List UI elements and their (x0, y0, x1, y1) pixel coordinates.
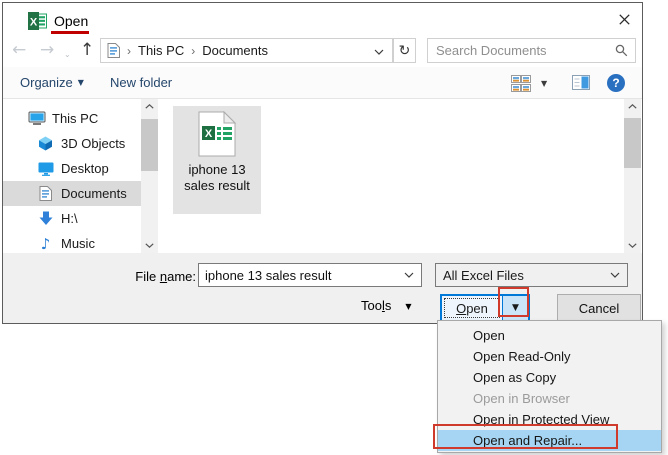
documents-icon (107, 43, 120, 58)
tools-dropdown-icon: ▼ (405, 302, 411, 311)
sidebar-item-label: H:\ (61, 211, 78, 226)
sidebar-item-label: Desktop (61, 161, 109, 176)
navigation-pane: This PC 3D Objects (3, 99, 141, 253)
sidebar-item-documents[interactable]: Documents (3, 181, 141, 206)
sidebar-scrollbar[interactable] (141, 99, 158, 253)
sidebar-item-3d-objects[interactable]: 3D Objects (3, 131, 141, 156)
address-dropdown-chevron-icon[interactable] (374, 43, 384, 58)
sidebar-item-label: Music (61, 236, 95, 251)
music-icon: ♪ (36, 235, 55, 253)
3d-objects-icon (36, 136, 55, 151)
desktop-icon (36, 162, 55, 176)
menu-item-open[interactable]: Open (438, 325, 661, 346)
scroll-up-icon[interactable] (141, 99, 158, 114)
open-button[interactable]: Open (442, 296, 502, 320)
breadcrumb-chevron-icon[interactable]: › (127, 44, 131, 58)
file-name-dropdown-chevron-icon[interactable] (404, 272, 414, 278)
svg-text:X: X (30, 17, 38, 29)
scroll-up-icon[interactable] (624, 99, 641, 114)
new-folder-button[interactable]: New folder (110, 75, 172, 90)
up-icon[interactable]: ↑ (80, 39, 94, 61)
back-icon[interactable]: ← (12, 39, 26, 61)
menu-item-open-and-repair[interactable]: Open and Repair... (438, 430, 661, 451)
open-dialog: X Open ← → ⌄ ↑ (2, 2, 643, 324)
this-pc-icon (27, 111, 46, 126)
organize-dropdown-icon: ▼ (78, 78, 84, 87)
dialog-footer: File name: All Excel Files Tools▼ Open (3, 253, 642, 323)
breadcrumb-documents[interactable]: Documents (202, 43, 268, 58)
breadcrumb-chevron-icon[interactable]: › (191, 44, 195, 58)
scrollbar-thumb[interactable] (141, 119, 158, 171)
address-bar-row: ← → ⌄ ↑ › This PC › Documents (3, 34, 642, 67)
sidebar-item-label: 3D Objects (61, 136, 125, 151)
view-mode-icon[interactable] (511, 75, 531, 92)
file-list-scrollbar[interactable] (624, 99, 641, 253)
file-type-dropdown-chevron-icon (610, 272, 620, 278)
menu-item-open-as-copy[interactable]: Open as Copy (438, 367, 661, 388)
open-dropdown-arrow-button[interactable]: ▼ (502, 296, 528, 320)
mapped-drive-icon (36, 211, 55, 226)
title-bar: X Open (3, 3, 642, 34)
content-area: This PC 3D Objects (3, 99, 642, 253)
file-item-iphone-13-sales-result[interactable]: X iphone 13 sales result (173, 106, 261, 214)
tools-button[interactable]: Tools▼ (361, 298, 412, 313)
scroll-down-icon[interactable] (624, 238, 641, 253)
preview-pane-icon[interactable] (572, 75, 590, 90)
file-name-label: File name: (121, 269, 196, 284)
open-dropdown-icon: ▼ (512, 303, 519, 313)
file-type-select[interactable]: All Excel Files (435, 263, 628, 287)
address-breadcrumb-bar[interactable]: › This PC › Documents (100, 38, 393, 63)
command-bar: Organize▼ New folder ▼ (3, 67, 642, 99)
sidebar-item-this-pc[interactable]: This PC (3, 106, 141, 131)
window-title: Open (54, 13, 88, 29)
scroll-down-icon[interactable] (141, 238, 158, 253)
menu-item-open-in-protected-view[interactable]: Open in Protected View (438, 409, 661, 430)
open-dropdown-menu: Open Open Read-Only Open as Copy Open in… (437, 320, 662, 453)
forward-icon[interactable]: → (40, 39, 54, 61)
sidebar-item-h-drive[interactable]: H:\ (3, 206, 141, 231)
search-input[interactable] (436, 43, 615, 58)
scrollbar-thumb[interactable] (624, 118, 641, 168)
recent-locations-chevron-icon[interactable]: ⌄ (64, 44, 71, 66)
open-split-button: Open ▼ (440, 294, 530, 322)
sidebar-item-desktop[interactable]: Desktop (3, 156, 141, 181)
file-list: X iphone 13 sales result (158, 99, 624, 253)
file-item-label: iphone 13 sales result (180, 162, 254, 194)
documents-icon (36, 186, 55, 201)
sidebar-item-label: This PC (52, 111, 98, 126)
help-icon[interactable]: ? (607, 74, 625, 92)
excel-file-icon: X (198, 111, 236, 157)
menu-item-open-in-browser: Open in Browser (438, 388, 661, 409)
refresh-icon[interactable]: ↻ (393, 38, 416, 63)
excel-app-icon: X (28, 12, 47, 30)
search-icon[interactable] (615, 44, 628, 57)
view-mode-chevron-icon[interactable]: ▼ (541, 79, 547, 88)
breadcrumb-this-pc[interactable]: This PC (138, 43, 184, 58)
svg-text:X: X (205, 128, 213, 140)
menu-item-open-read-only[interactable]: Open Read-Only (438, 346, 661, 367)
cancel-button-label: Cancel (579, 301, 619, 316)
file-name-input[interactable] (205, 268, 404, 283)
search-box (427, 38, 636, 63)
screenshot-root: X Open ← → ⌄ ↑ (0, 0, 668, 455)
sidebar-item-label: Documents (61, 186, 127, 201)
focus-rectangle (444, 298, 500, 318)
file-name-combobox (198, 263, 422, 287)
close-icon[interactable] (613, 10, 635, 28)
cancel-button[interactable]: Cancel (557, 294, 641, 322)
file-type-value: All Excel Files (443, 268, 610, 283)
organize-button[interactable]: Organize▼ (20, 75, 84, 90)
